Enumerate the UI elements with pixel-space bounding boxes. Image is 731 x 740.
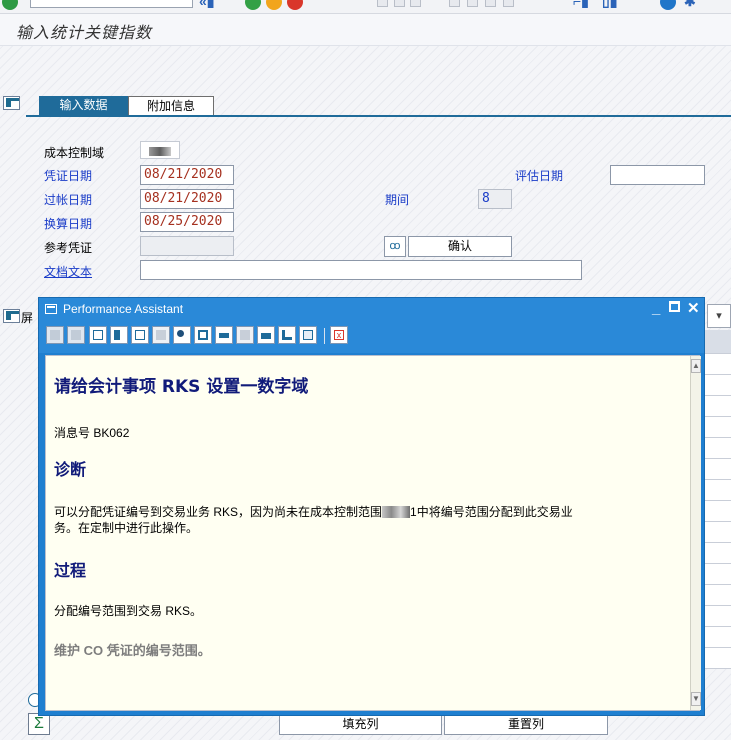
- procedure-heading: 过程: [54, 561, 87, 580]
- help-icon[interactable]: [660, 0, 676, 10]
- message-number: 消息号 BK062: [54, 426, 130, 440]
- close-icon[interactable]: ✕: [687, 299, 700, 319]
- procedure-text: 分配编号范围到交易 RKS。: [54, 604, 203, 618]
- print-icon[interactable]: [257, 326, 275, 344]
- diagnosis-heading: 诊断: [54, 460, 87, 479]
- vertical-scrollbar[interactable]: ▲ ▼: [690, 356, 701, 710]
- lower-tab-icon[interactable]: [3, 309, 20, 323]
- tab-underline: [26, 115, 731, 117]
- dialog-content: 请给会计事项 RKS 设置一数字域 消息号 BK062 诊断 可以分配凭证编号到…: [45, 355, 701, 711]
- reference-label: 参考凭证: [44, 241, 93, 255]
- valuation-date-field[interactable]: [610, 165, 705, 185]
- diagnosis-text-2: 中将编号范围分配到此交易业: [416, 505, 573, 519]
- performance-assistant-dialog: Performance Assistant _ ✕ x 请给会计事项 RKS 设…: [38, 297, 705, 716]
- number-range-link[interactable]: 维护 CO 凭证的编号范围。: [54, 640, 211, 659]
- back-icon[interactable]: [46, 326, 64, 344]
- reference-field[interactable]: [140, 236, 234, 256]
- shortcut-icon[interactable]: ▯▮: [602, 0, 617, 8]
- transport-icon[interactable]: [110, 326, 128, 344]
- reset-column-button[interactable]: 重置列: [444, 713, 608, 735]
- diagnosis-text-1: 可以分配凭证编号到交易业务 RKS，因为尚未在成本控制范围: [54, 505, 383, 519]
- link-icon[interactable]: [236, 326, 254, 344]
- sigma-icon[interactable]: Σ: [28, 713, 50, 735]
- toolbar-separator: [324, 328, 325, 344]
- translation-date-field[interactable]: 08/25/2020: [140, 212, 234, 232]
- application-toolbar: «▮ ⌐▮ ▯▮ ✱: [0, 0, 731, 14]
- edit-icon[interactable]: [131, 326, 149, 344]
- minimize-icon[interactable]: _: [652, 299, 660, 319]
- tab-additional-info[interactable]: 附加信息: [128, 96, 214, 116]
- find-next-icon[interactable]: [410, 0, 421, 7]
- diagnosis-text-line2: 务。在定制中进行此操作。: [54, 521, 199, 535]
- tab-input-data[interactable]: 输入数据: [39, 96, 128, 116]
- scroll-up-icon[interactable]: ▲: [691, 359, 701, 373]
- posting-date-label: 过帐日期: [44, 193, 93, 207]
- prev-page-icon[interactable]: [467, 0, 478, 7]
- controlling-area-label: 成本控制域: [44, 146, 105, 160]
- confirm-button[interactable]: 确认: [408, 236, 512, 257]
- diagnosis-text: 可以分配凭证编号到交易业务 RKS，因为尚未在成本控制范围 1中将编号范围分配到此…: [54, 504, 684, 520]
- first-page-icon[interactable]: [449, 0, 460, 7]
- last-page-icon[interactable]: [503, 0, 514, 7]
- enter-icon[interactable]: [2, 0, 18, 10]
- period-label: 期间: [385, 193, 410, 207]
- dialog-icon: [45, 304, 57, 314]
- print-icon[interactable]: [377, 0, 388, 7]
- next-page-icon[interactable]: [485, 0, 496, 7]
- controlling-area-field[interactable]: [140, 141, 180, 159]
- scroll-down-icon[interactable]: ▼: [691, 692, 701, 706]
- lower-tab-label[interactable]: 屏: [21, 309, 33, 326]
- doc-text-field[interactable]: [140, 260, 582, 280]
- user-icon[interactable]: [173, 326, 191, 344]
- command-field[interactable]: [30, 0, 193, 8]
- chevron-down-icon[interactable]: ▾: [707, 304, 731, 328]
- translation-date-label: 换算日期: [44, 217, 93, 231]
- tab-list-icon[interactable]: [3, 96, 20, 110]
- flag-icon[interactable]: [215, 326, 233, 344]
- diagnosis-text-mid: 1: [410, 505, 417, 519]
- dialog-title: Performance Assistant: [63, 302, 184, 316]
- save-icon[interactable]: «▮: [199, 0, 215, 8]
- cancel-icon[interactable]: [287, 0, 303, 10]
- document-date-field[interactable]: 08/21/2020: [140, 165, 234, 185]
- dialog-toolbar: x: [39, 323, 704, 353]
- exit-icon[interactable]: [266, 0, 282, 10]
- find-icon[interactable]: [394, 0, 405, 7]
- document-date-label: 凭证日期: [44, 169, 93, 183]
- maximize-icon[interactable]: [669, 301, 680, 312]
- valuation-date-label: 评估日期: [515, 169, 564, 183]
- posting-date-field[interactable]: 08/21/2020: [140, 189, 234, 209]
- page-title: 输入统计关键指数: [16, 23, 153, 42]
- structure-icon[interactable]: [278, 326, 296, 344]
- close-help-icon[interactable]: x: [330, 326, 348, 344]
- document-icon[interactable]: [299, 326, 317, 344]
- technical-info-icon[interactable]: [89, 326, 107, 344]
- forward-icon[interactable]: [67, 326, 85, 344]
- fill-column-button[interactable]: 填充列: [279, 713, 442, 735]
- masked-value-icon: [149, 147, 171, 156]
- pen-icon[interactable]: [152, 326, 170, 344]
- message-heading: 请给会计事项 RKS 设置一数字域: [54, 377, 309, 397]
- back-icon[interactable]: [245, 0, 261, 10]
- doc-text-label: 文档文本: [44, 265, 93, 279]
- calendar-icon[interactable]: [194, 326, 212, 344]
- dialog-titlebar[interactable]: Performance Assistant _ ✕: [39, 298, 704, 323]
- period-field[interactable]: 8: [478, 189, 512, 209]
- new-session-icon[interactable]: ⌐▮: [573, 0, 589, 8]
- settings-icon[interactable]: ✱: [684, 0, 696, 8]
- glasses-icon[interactable]: ꝏ: [384, 236, 406, 257]
- masked-value-icon: [382, 506, 411, 518]
